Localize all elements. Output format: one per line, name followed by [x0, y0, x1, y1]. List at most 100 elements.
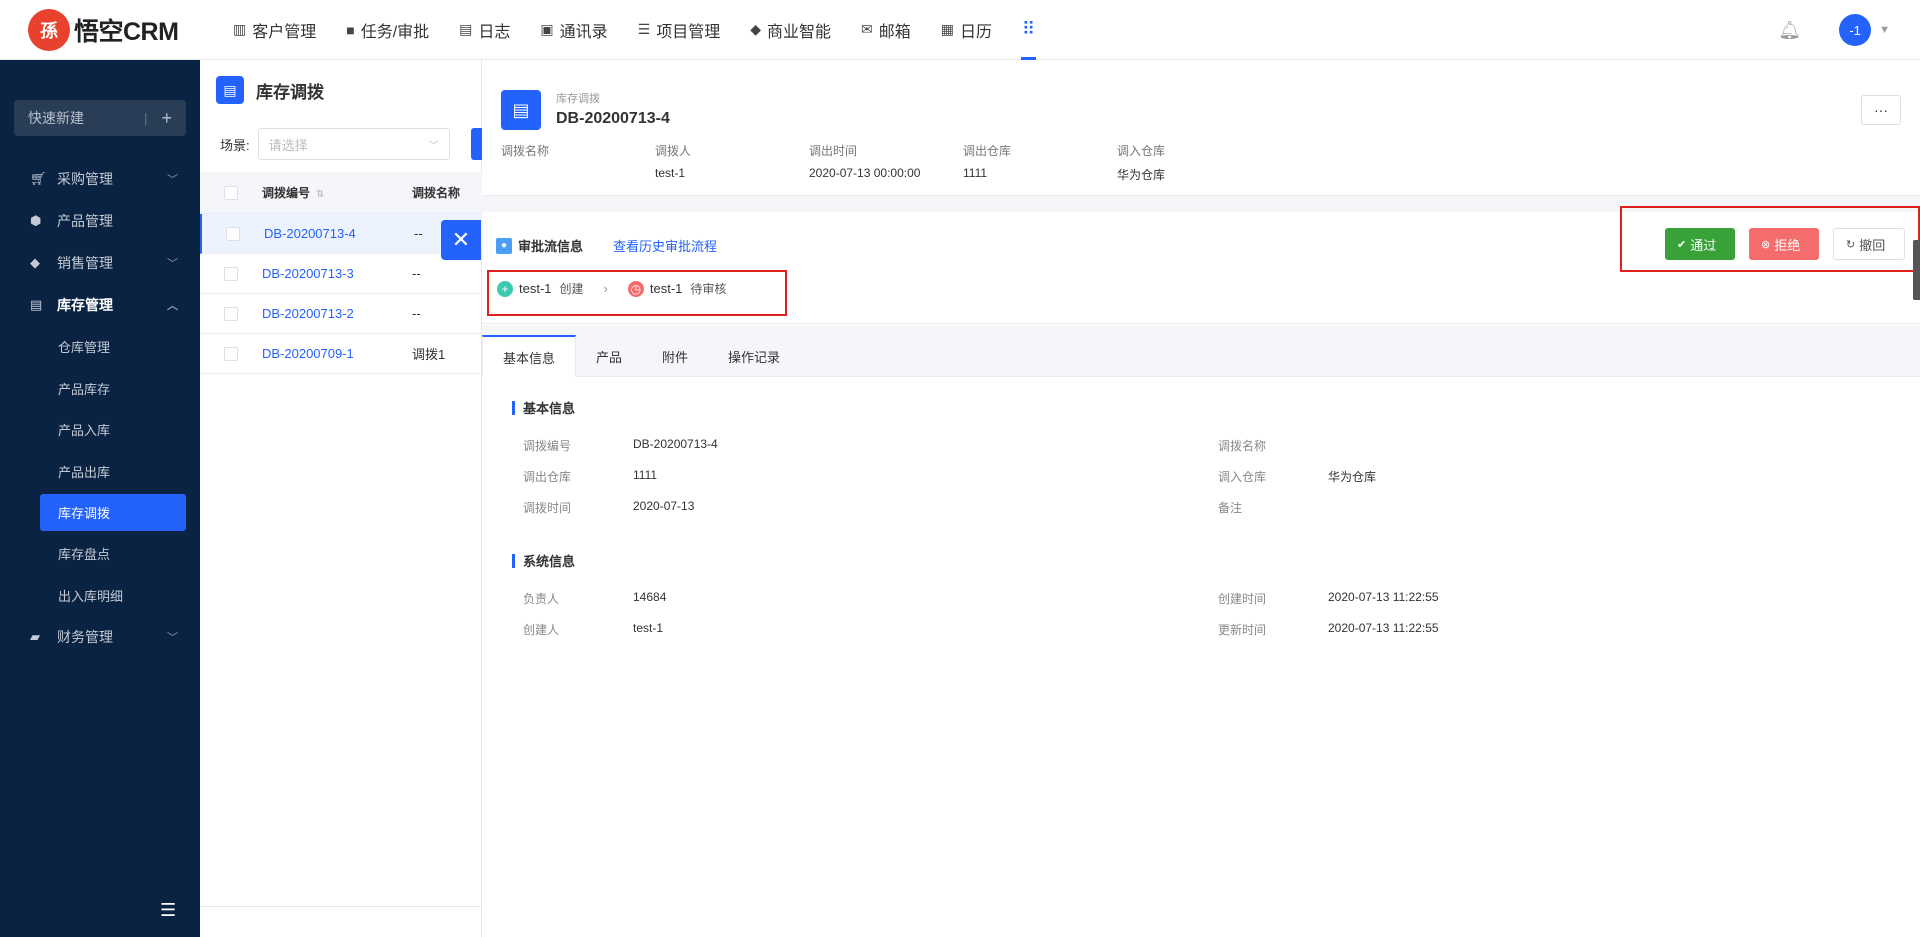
row-code-link[interactable]: DB-20200713-2: [262, 306, 412, 321]
row-checkbox[interactable]: [226, 226, 240, 241]
select-all-checkbox[interactable]: [224, 185, 238, 200]
clock-icon: ◷: [627, 280, 644, 297]
archive-icon: ▤: [216, 76, 244, 104]
briefcase-icon: ■: [346, 21, 355, 38]
sidebar-item-purchase[interactable]: 🛒︎ 采购管理 ﹀: [0, 158, 200, 200]
row-code-link[interactable]: DB-20200713-3: [262, 266, 412, 281]
sidebar-item-inventory[interactable]: ▤ 库存管理 ︿: [0, 284, 200, 326]
field-out-warehouse: 调出仓库 1111: [523, 468, 658, 484]
logo-text: 悟空CRM: [74, 17, 179, 46]
table-row[interactable]: DB-20200709-1 调拨1: [200, 334, 482, 374]
app-logo[interactable]: 孫 悟空CRM: [28, 8, 218, 51]
field-created-time: 创建时间 2020-07-13 11:22:55: [1218, 590, 1439, 606]
tab-operation-log[interactable]: 操作记录: [708, 335, 800, 377]
building-icon: ▥: [233, 21, 247, 37]
sidebar-item-product[interactable]: ⬢ 产品管理: [0, 200, 200, 242]
nav-calendar[interactable]: ▦ 日历: [926, 0, 1007, 60]
grid-icon: ⠿: [1022, 19, 1036, 39]
revoke-button[interactable]: ↻ 撤回: [1833, 228, 1905, 260]
bell-icon[interactable]: 🔔︎: [1778, 20, 1801, 41]
row-checkbox[interactable]: [224, 306, 238, 321]
nav-apps-grid[interactable]: ⠿: [1007, 0, 1050, 60]
tab-attachments[interactable]: 附件: [642, 335, 708, 377]
chevron-down-icon: ﹀: [167, 174, 178, 186]
close-icon[interactable]: ✕: [441, 220, 481, 260]
chevron-down-icon: ﹀: [167, 258, 178, 270]
side-handle[interactable]: [1913, 240, 1920, 300]
phone-book-icon: ▣: [540, 21, 554, 37]
nav-label: 邮箱: [878, 23, 911, 41]
quick-new-button[interactable]: 快速新建 | +: [14, 100, 186, 136]
summary-value: test-1: [655, 166, 686, 180]
sort-icon[interactable]: ⇅: [316, 189, 324, 200]
row-checkbox[interactable]: [224, 266, 238, 281]
nav-bi[interactable]: ◆ 商业智能: [735, 0, 846, 60]
avatar[interactable]: -1: [1839, 14, 1872, 46]
nav-contacts[interactable]: ▣ 通讯录: [525, 0, 622, 60]
summary-label: 调拨人: [655, 144, 692, 158]
row-checkbox[interactable]: [224, 346, 238, 361]
nav-customer[interactable]: ▥ 客户管理: [218, 0, 331, 60]
sidebar-subitem-inbound[interactable]: 产品入库: [0, 409, 200, 451]
pass-button[interactable]: ✔ 通过: [1665, 228, 1735, 260]
row-code-link[interactable]: DB-20200709-1: [262, 346, 412, 361]
refresh-icon: ↻: [1846, 238, 1856, 251]
monkey-logo-icon: 孫: [28, 8, 70, 51]
section-title-system: 系统信息: [512, 551, 575, 570]
step-state: 待审核: [690, 282, 727, 296]
reject-button[interactable]: ⊗ 拒绝: [1749, 228, 1819, 260]
caret-down-icon[interactable]: ▼: [1879, 24, 1890, 36]
tab-products[interactable]: 产品: [576, 335, 642, 377]
collapse-sidebar-icon[interactable]: ☰: [160, 900, 176, 921]
detail-subtitle: 库存调拨: [556, 93, 600, 105]
sidebar-subitem-stock[interactable]: 产品库存: [0, 368, 200, 410]
document-icon: ▤: [459, 21, 473, 37]
step-state: 创建: [559, 282, 584, 296]
row-name: --: [414, 226, 423, 241]
sidebar-subitem-transfer[interactable]: 库存调拨: [40, 494, 186, 531]
row-code-link[interactable]: DB-20200713-4: [264, 226, 414, 241]
field-creator: 创建人 test-1: [523, 621, 664, 637]
row-name: --: [412, 266, 421, 281]
sidebar-subitem-outbound[interactable]: 产品出库: [0, 451, 200, 493]
sidebar-item-label: 采购管理: [57, 171, 113, 187]
page-title: 库存调拨: [256, 82, 324, 102]
sidebar-item-finance[interactable]: ▰ 财务管理 ﹀: [0, 616, 200, 658]
column-header-code[interactable]: 调拨编号 ⇅: [262, 184, 412, 201]
nav-label: 项目管理: [656, 23, 721, 41]
column-header-name[interactable]: 调拨名称: [412, 184, 460, 201]
sidebar-item-label: 财务管理: [57, 629, 113, 645]
nav-task-approval[interactable]: ■ 任务/审批: [331, 0, 444, 60]
table-row[interactable]: DB-20200713-3 --: [200, 254, 482, 294]
table-row[interactable]: DB-20200713-2 --: [200, 294, 482, 334]
wallet-icon: ▰: [30, 629, 40, 644]
history-approval-link[interactable]: 查看历史审批流程: [613, 236, 717, 255]
sidebar-subitem-stocktake[interactable]: 库存盘点: [0, 533, 200, 575]
list-panel: ▤ 库存调拨 场景: 请选择 ﹀ 调拨编号 ⇅ 调拨名称 DB-20200713-…: [200, 60, 483, 937]
summary-label: 调出时间: [809, 144, 858, 158]
top-navbar: 孫 悟空CRM ▥ 客户管理 ■ 任务/审批 ▤ 日志 ▣ 通讯录 ☰ 项目管理 ◆ 商业智…: [0, 0, 1920, 60]
plus-icon: +: [497, 280, 513, 297]
table-row[interactable]: DB-20200713-4 --: [200, 214, 482, 254]
row-name: 调拨1: [412, 347, 446, 362]
scene-select[interactable]: 请选择 ﹀: [257, 128, 450, 160]
nav-project[interactable]: ☰ 项目管理: [623, 0, 736, 60]
check-circle-icon: ✔: [1677, 238, 1687, 251]
archive-icon: ▤: [30, 297, 43, 312]
chevron-up-icon: ︿: [167, 300, 178, 312]
sidebar-item-label: 产品管理: [57, 213, 113, 229]
chevron-right-icon: ›: [603, 281, 608, 296]
sidebar-subitem-detail[interactable]: 出入库明细: [0, 575, 200, 617]
sidebar-item-sales[interactable]: ◆ 销售管理 ﹀: [0, 242, 200, 284]
nav-mail[interactable]: ✉ 邮箱: [846, 0, 926, 60]
field-transfer-code: 调拨编号 DB-20200713-4: [523, 437, 718, 453]
mail-icon: ✉: [861, 21, 873, 37]
summary-label: 调出仓库: [963, 144, 1012, 158]
nav-label: 日志: [478, 23, 511, 41]
nav-log[interactable]: ▤ 日志: [444, 0, 525, 60]
tab-basic-info[interactable]: 基本信息: [482, 335, 577, 377]
sidebar-subitem-warehouse[interactable]: 仓库管理: [0, 326, 200, 368]
bi-icon: ◆: [750, 21, 762, 37]
more-button[interactable]: ···: [1861, 95, 1901, 125]
divider: |: [143, 110, 148, 126]
